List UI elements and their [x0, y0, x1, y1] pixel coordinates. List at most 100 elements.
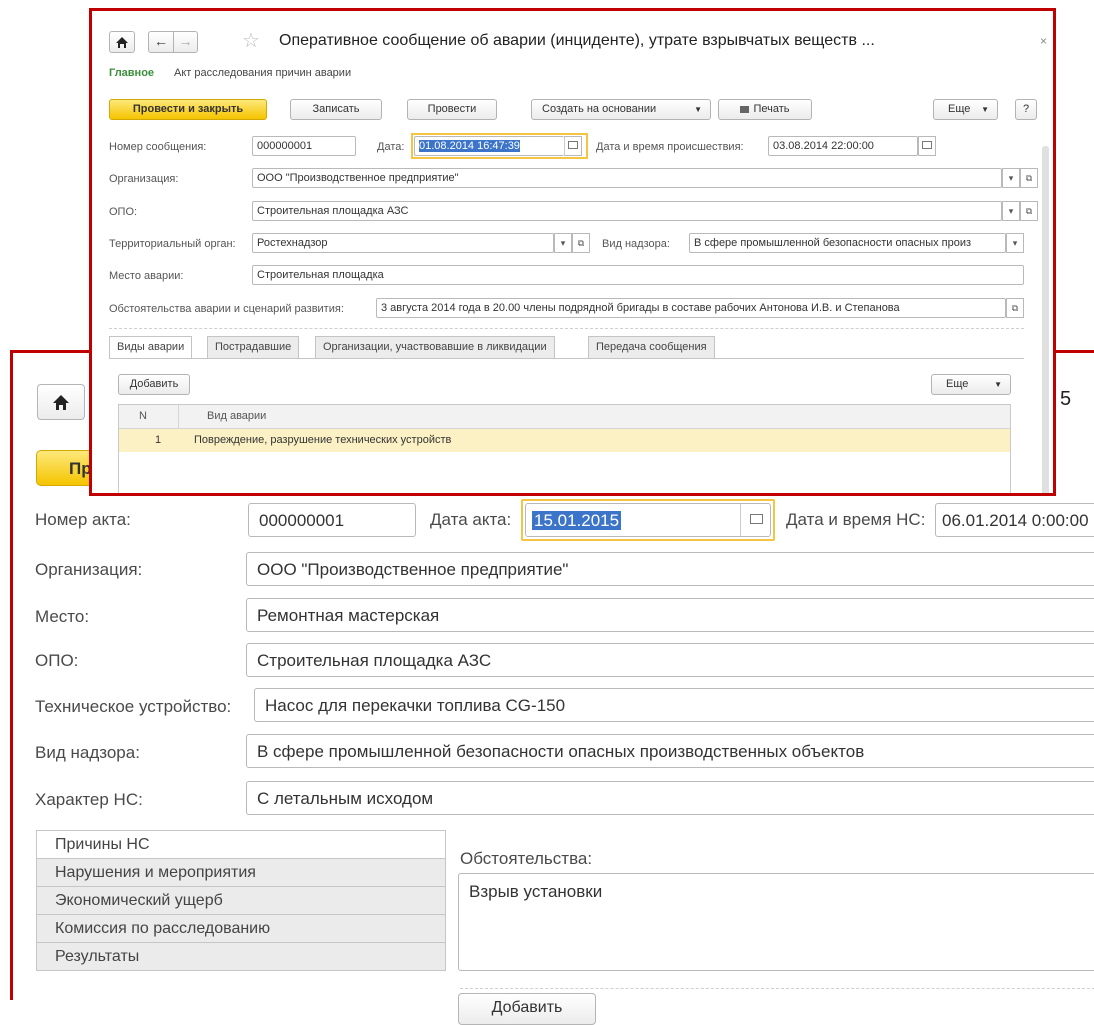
more-button[interactable]: Еще ▼	[933, 99, 998, 120]
column-header-kind[interactable]: Вид аварии	[207, 410, 266, 422]
organization-label: Организация:	[35, 560, 143, 579]
create-based-on-button[interactable]: Создать на основании ▼	[531, 99, 711, 120]
device-label: Техническое устройство:	[35, 697, 232, 716]
table-more-button[interactable]: Еще ▼	[931, 374, 1011, 395]
ns-datetime-label: Дата и время НС:	[786, 510, 926, 529]
back-button[interactable]: ←	[148, 31, 174, 53]
supervision-field[interactable]: В сфере промышленной безопасности опасны…	[246, 734, 1094, 768]
organization-field[interactable]: ООО "Производственное предприятие"	[246, 552, 1094, 586]
opo-label: ОПО:	[109, 206, 138, 218]
table-row[interactable]: 1 Повреждение, разрушение технических ус…	[119, 429, 1010, 452]
close-icon[interactable]: ×	[1040, 34, 1047, 48]
device-field[interactable]: Насос для перекачки топлива CG-150	[254, 688, 1094, 722]
star-icon[interactable]: ☆	[242, 28, 260, 53]
accident-place-label: Место аварии:	[109, 270, 184, 282]
post-button[interactable]: Провести	[407, 99, 497, 120]
printer-icon	[740, 106, 750, 113]
post-and-close-button[interactable]: Пр	[36, 450, 96, 486]
organization-field[interactable]: ООО "Производственное предприятие"	[252, 168, 1002, 188]
tab-violations[interactable]: Нарушения и мероприятия	[36, 858, 446, 887]
dropdown-arrow-icon[interactable]: ▾	[1006, 233, 1024, 253]
calendar-icon[interactable]	[918, 136, 936, 156]
table-header: N Вид аварии	[119, 405, 1010, 429]
forward-button[interactable]: →	[173, 31, 198, 53]
territorial-body-label: Территориальный орган:	[109, 238, 236, 250]
circumstances-textarea[interactable]: Взрыв установки	[458, 873, 1094, 971]
open-link-icon[interactable]: ⧉	[1020, 168, 1038, 188]
title-fragment: 5	[1060, 388, 1072, 410]
tabs-baseline	[109, 358, 1024, 359]
accident-place-field[interactable]: Строительная площадка	[252, 265, 1024, 285]
place-label: Место:	[35, 607, 90, 626]
date-field[interactable]: 01.08.2014 16:47:39	[414, 136, 564, 156]
circumstances-label: Обстоятельства аварии и сценарий развити…	[109, 303, 344, 315]
supervision-label: Вид надзора:	[602, 238, 670, 250]
home-icon	[116, 37, 128, 48]
circumstances-field[interactable]: 3 августа 2014 года в 20.00 члены подряд…	[376, 298, 1006, 318]
home-button[interactable]	[109, 31, 135, 53]
tab-results[interactable]: Результаты	[36, 942, 446, 971]
add-button[interactable]: Добавить	[458, 993, 596, 1025]
msg-number-field[interactable]: 000000001	[252, 136, 356, 156]
ns-character-label: Характер НС:	[35, 790, 143, 809]
help-button[interactable]: ?	[1015, 99, 1037, 120]
ns-datetime-field[interactable]: 06.01.2014 0:00:00	[935, 503, 1094, 537]
date-label: Дата:	[377, 141, 405, 153]
opo-label: ОПО:	[35, 651, 79, 670]
act-date-field[interactable]: 15.01.2015	[525, 503, 771, 537]
dropdown-arrow-icon: ▼	[994, 380, 1002, 389]
tab-commission[interactable]: Комиссия по расследованию	[36, 914, 446, 943]
save-button[interactable]: Записать	[290, 99, 382, 120]
opo-field[interactable]: Строительная площадка АЗС	[246, 643, 1094, 677]
tab-economic-damage[interactable]: Экономический ущерб	[36, 886, 446, 915]
window-title: Оперативное сообщение об аварии (инциден…	[279, 32, 875, 49]
print-button[interactable]: Печать	[718, 99, 812, 120]
arrow-right-icon: →	[178, 33, 193, 49]
open-link-icon[interactable]: ⧉	[1006, 298, 1024, 318]
scrollbar[interactable]	[1042, 146, 1049, 493]
tab-ns-causes[interactable]: Причины НС	[36, 830, 446, 859]
incident-datetime-label: Дата и время происшествия:	[596, 141, 744, 153]
act-date-label: Дата акта:	[430, 510, 512, 529]
act-number-field[interactable]: 000000001	[248, 503, 416, 537]
row-number: 1	[155, 434, 162, 446]
circumstances-label: Обстоятельства:	[460, 849, 593, 868]
arrow-left-icon: ←	[154, 33, 168, 49]
supervision-label: Вид надзора:	[35, 743, 140, 762]
tab-victims[interactable]: Пострадавшие	[207, 336, 300, 358]
column-divider	[178, 405, 179, 428]
opo-field[interactable]: Строительная площадка АЗС	[252, 201, 1002, 221]
divider	[460, 988, 1094, 989]
dropdown-arrow-icon[interactable]: ▾	[1002, 201, 1020, 221]
tab-accident-types[interactable]: Виды аварии	[109, 336, 193, 359]
ns-character-field[interactable]: С летальным исходом	[246, 781, 1094, 815]
accident-types-table: N Вид аварии 1 Повреждение, разрушение т…	[118, 404, 1011, 493]
nav-main[interactable]: Главное	[109, 67, 154, 79]
column-header-n[interactable]: N	[139, 410, 147, 422]
tab-message-transfer[interactable]: Передача сообщения	[588, 336, 715, 358]
calendar-icon[interactable]	[740, 504, 771, 536]
incident-datetime-field[interactable]: 03.08.2014 22:00:00	[768, 136, 918, 156]
home-icon	[53, 395, 69, 410]
row-kind: Повреждение, разрушение технических устр…	[194, 434, 452, 446]
open-link-icon[interactable]: ⧉	[1020, 201, 1038, 221]
supervision-field[interactable]: В сфере промышленной безопасности опасны…	[689, 233, 1006, 253]
home-button[interactable]	[37, 384, 85, 420]
nav-investigation-act[interactable]: Акт расследования причин аварии	[174, 67, 351, 79]
dropdown-arrow-icon: ▼	[981, 105, 989, 114]
open-link-icon[interactable]: ⧉	[572, 233, 590, 253]
msg-number-label: Номер сообщения:	[109, 141, 207, 153]
place-field[interactable]: Ремонтная мастерская	[246, 598, 1094, 632]
post-and-close-button[interactable]: Провести и закрыть	[109, 99, 267, 120]
highlight-border-left	[10, 350, 13, 1000]
add-row-button[interactable]: Добавить	[118, 374, 190, 395]
tab-liquidation-orgs[interactable]: Организации, участвовавшие в ликвидации	[315, 336, 555, 358]
territorial-body-field[interactable]: Ростехнадзор	[252, 233, 554, 253]
dropdown-arrow-icon[interactable]: ▾	[1002, 168, 1020, 188]
incident-report-window: ← → ☆ Оперативное сообщение об аварии (и…	[89, 8, 1056, 496]
calendar-icon[interactable]	[564, 136, 582, 156]
organization-label: Организация:	[109, 173, 179, 185]
dropdown-arrow-icon[interactable]: ▾	[554, 233, 572, 253]
divider	[109, 328, 1024, 329]
act-number-label: Номер акта:	[35, 510, 131, 529]
